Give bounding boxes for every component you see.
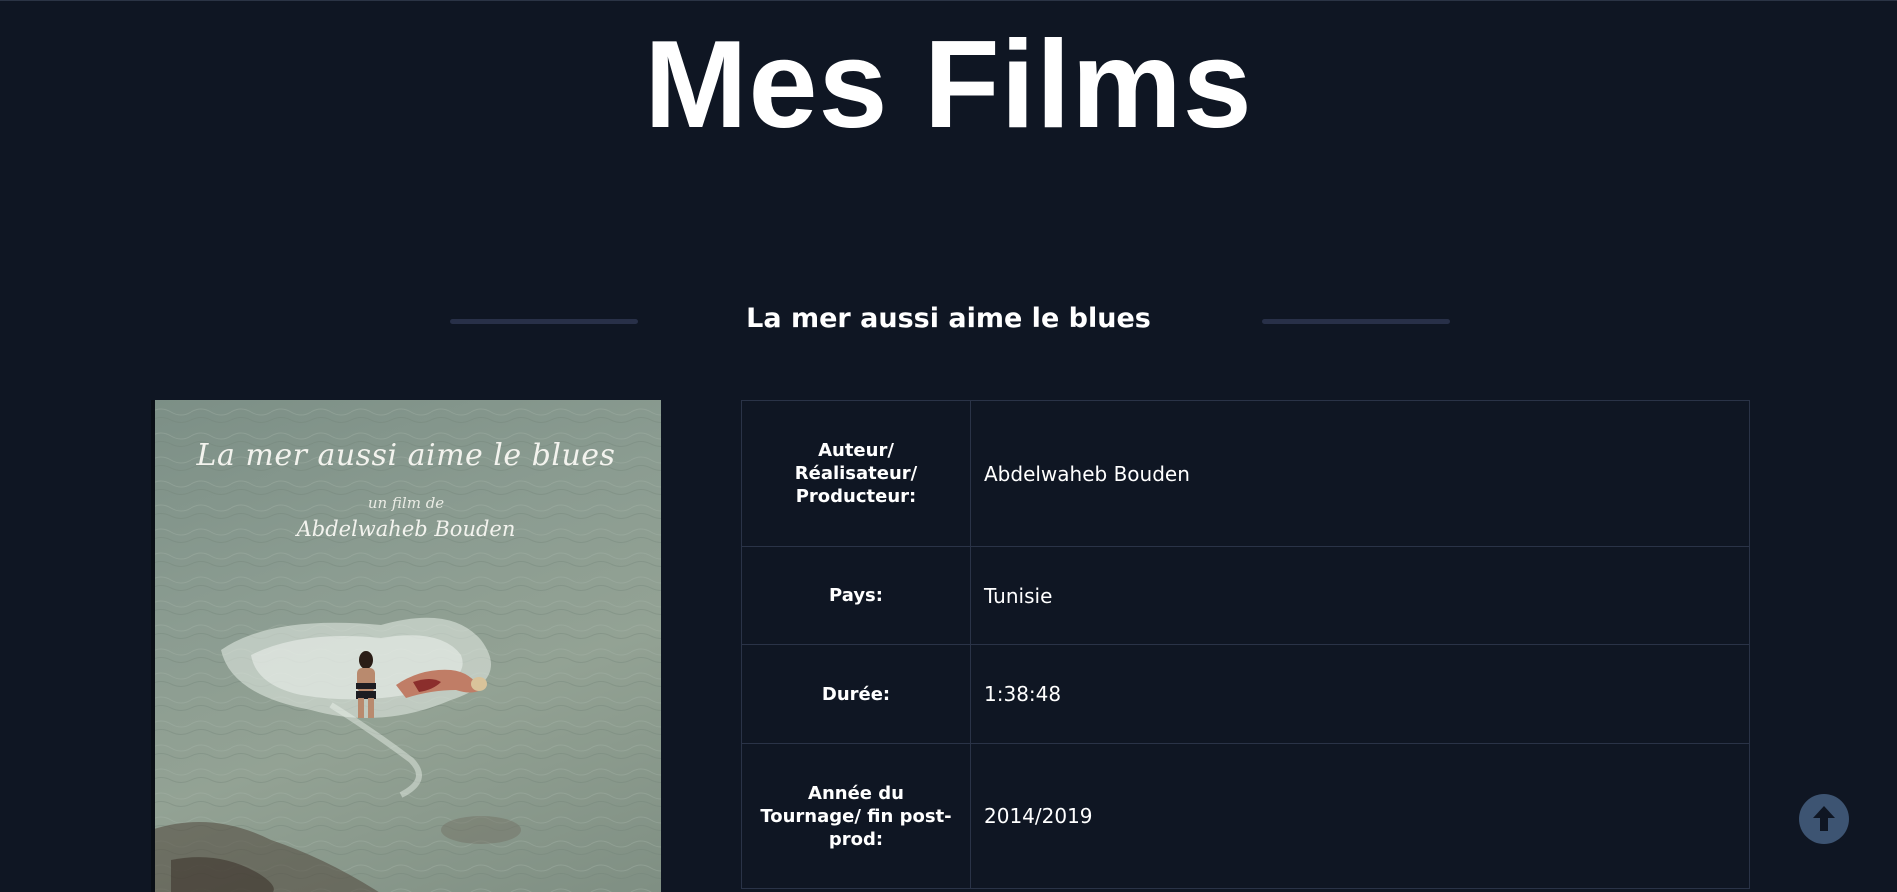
title-divider-right — [1262, 319, 1450, 324]
detail-row-country: Pays: Tunisie — [741, 546, 1750, 645]
page-title: Mes Films — [644, 16, 1253, 154]
detail-value: 2014/2019 — [970, 743, 1750, 889]
detail-label: Auteur/ Réalisateur/ Producteur: — [741, 400, 971, 547]
film-details-table: Auteur/ Réalisateur/ Producteur: Abdelwa… — [741, 400, 1750, 889]
poster-director: Abdelwaheb Bouden — [296, 517, 516, 541]
detail-label: Année du Tournage/ fin post-prod: — [741, 743, 971, 889]
film-poster: La mer aussi aime le blues un film de Ab… — [151, 400, 661, 892]
detail-row-year: Année du Tournage/ fin post-prod: 2014/2… — [741, 743, 1750, 889]
detail-value: Abdelwaheb Bouden — [970, 400, 1750, 547]
poster-edge — [151, 400, 155, 892]
detail-label: Pays: — [741, 546, 971, 645]
detail-row-author: Auteur/ Réalisateur/ Producteur: Abdelwa… — [741, 400, 1750, 547]
film-title: La mer aussi aime le blues — [746, 303, 1151, 334]
detail-value: Tunisie — [970, 546, 1750, 645]
scroll-to-top-button[interactable] — [1799, 794, 1849, 844]
poster-artwork — [151, 400, 661, 892]
page: Mes Films La mer aussi aime le blues La … — [0, 0, 1897, 892]
detail-row-duration: Durée: 1:38:48 — [741, 644, 1750, 744]
detail-value: 1:38:48 — [970, 644, 1750, 744]
detail-label: Durée: — [741, 644, 971, 744]
poster-title: La mer aussi aime le blues — [196, 438, 616, 473]
poster-subtitle: un film de — [367, 494, 445, 512]
arrow-up-icon — [1813, 806, 1835, 831]
film-section-header: La mer aussi aime le blues — [0, 297, 1897, 347]
